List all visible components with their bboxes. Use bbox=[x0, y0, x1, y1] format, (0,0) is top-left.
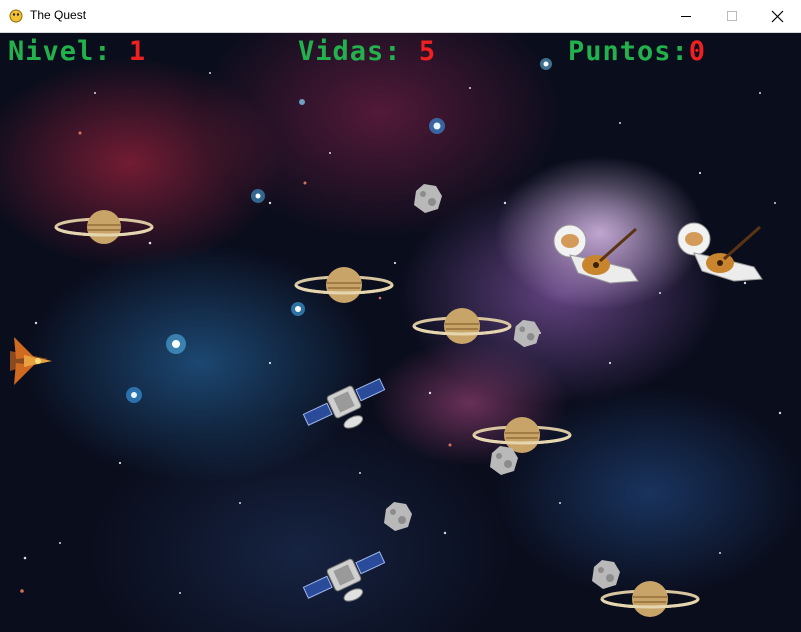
starfield bbox=[20, 58, 782, 595]
asteroid-1 bbox=[414, 184, 442, 213]
game-canvas[interactable]: Nivel: 1 Vidas: 5 Puntos:0 bbox=[0, 33, 801, 632]
maximize-button[interactable] bbox=[709, 0, 755, 32]
asteroid-4 bbox=[384, 502, 412, 531]
hud-lives: Vidas: 5 bbox=[298, 36, 436, 67]
close-icon bbox=[771, 10, 784, 23]
asteroid-2 bbox=[513, 319, 541, 348]
lives-label: Vidas: bbox=[298, 36, 402, 67]
game-window: The Quest Nivel: 1 Vidas: 5 Puntos:0 bbox=[0, 0, 801, 632]
close-button[interactable] bbox=[755, 0, 801, 32]
asteroid-5 bbox=[592, 560, 620, 589]
score-label: Puntos: bbox=[568, 36, 689, 67]
hud-score: Puntos:0 bbox=[568, 36, 706, 67]
astronaut-guitar-1 bbox=[553, 224, 639, 284]
score-value: 0 bbox=[688, 36, 707, 67]
satellite-2 bbox=[302, 551, 386, 602]
minimize-icon bbox=[681, 16, 691, 17]
maximize-icon bbox=[727, 11, 737, 21]
window-title: The Quest bbox=[30, 8, 87, 22]
saturn-planet-3 bbox=[412, 308, 512, 344]
hud-level: Nivel: 1 bbox=[8, 36, 146, 67]
lives-value: 5 bbox=[418, 36, 437, 67]
minimize-button[interactable] bbox=[663, 0, 709, 32]
saturn-planet-1 bbox=[54, 210, 154, 244]
saturn-planet-2 bbox=[294, 267, 394, 303]
player-spaceship bbox=[10, 337, 52, 385]
level-label: Nivel: bbox=[8, 36, 112, 67]
level-value: 1 bbox=[128, 36, 147, 67]
astronaut-guitar-2 bbox=[677, 222, 763, 282]
title-bar: The Quest bbox=[0, 0, 801, 33]
satellite-1 bbox=[302, 378, 386, 429]
app-icon bbox=[9, 9, 23, 23]
asteroid-3 bbox=[490, 446, 518, 475]
